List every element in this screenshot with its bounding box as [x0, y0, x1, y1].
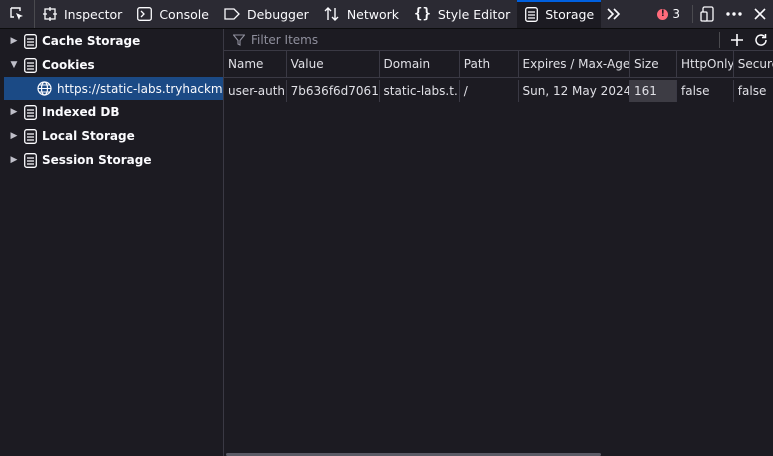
collapse-arrow-icon[interactable]: ▼ — [6, 60, 22, 70]
table-row[interactable]: user-auth 7b636f6d7061… static-labs.t… /… — [224, 80, 773, 102]
column-header-path[interactable]: Path — [460, 51, 519, 77]
tree-item-session-storage[interactable]: ▶ Session Storage — [4, 148, 223, 172]
ellipsis-icon — [726, 12, 742, 16]
error-count: 3 — [672, 7, 680, 21]
cookies-table: Name Value Domain Path Expires / Max-Age… — [224, 51, 773, 102]
debugger-icon — [224, 7, 240, 21]
column-header-expires[interactable]: Expires / Max-Age — [519, 51, 630, 77]
tab-style-editor[interactable]: {} Style Editor — [406, 0, 517, 28]
error-icon: ! — [657, 8, 669, 20]
element-picker-icon — [10, 7, 23, 20]
network-icon — [324, 6, 340, 22]
responsive-design-button[interactable] — [695, 0, 721, 28]
close-icon — [754, 8, 766, 20]
column-header-secure[interactable]: Secure — [734, 51, 773, 77]
console-icon — [137, 7, 153, 21]
tab-label: Console — [159, 6, 209, 22]
tree-item-cache-storage[interactable]: ▶ Cache Storage — [4, 29, 223, 53]
plus-icon — [731, 33, 743, 46]
element-picker-button[interactable] — [0, 0, 35, 28]
tab-network[interactable]: Network — [316, 0, 406, 28]
storage-item-icon — [24, 128, 37, 144]
cookie-secure-cell[interactable]: false — [734, 80, 773, 102]
style-editor-icon: {} — [414, 6, 431, 22]
divider — [719, 31, 720, 48]
expand-arrow-icon[interactable]: ▶ — [6, 36, 22, 46]
tree-item-local-storage[interactable]: ▶ Local Storage — [4, 124, 223, 148]
cookie-size-cell[interactable]: 161 — [629, 80, 677, 102]
storage-panel: Name Value Domain Path Expires / Max-Age… — [224, 29, 773, 456]
options-menu-button[interactable] — [721, 0, 747, 28]
responsive-design-icon — [700, 6, 714, 22]
storage-tree: ▶ Cache Storage ▼ Cookies https://static… — [4, 29, 224, 456]
tab-storage[interactable]: Storage — [517, 0, 602, 28]
add-item-button[interactable] — [725, 29, 749, 50]
storage-icon — [525, 6, 539, 22]
tree-item-cookie-host[interactable]: https://static-labs.tryhackme.cloud — [4, 77, 223, 100]
tree-item-label: Cache Storage — [42, 34, 141, 48]
devtools-toolbar: Inspector Console Debugger Network {} St… — [0, 0, 773, 29]
double-chevron-right-icon — [607, 8, 621, 20]
refresh-icon — [755, 33, 767, 46]
cookie-domain-cell[interactable]: static-labs.t… — [380, 80, 460, 102]
close-devtools-button[interactable] — [747, 0, 773, 28]
column-header-httponly[interactable]: HttpOnly — [677, 51, 734, 77]
cookie-host-label: https://static-labs.tryhackme.cloud — [57, 81, 223, 96]
tree-item-label: Indexed DB — [42, 105, 120, 119]
column-header-name[interactable]: Name — [224, 51, 287, 77]
more-tools-button[interactable] — [601, 0, 627, 28]
tab-debugger[interactable]: Debugger — [216, 0, 316, 28]
cookie-name-cell[interactable]: user-auth — [224, 80, 287, 102]
tab-label: Storage — [545, 6, 595, 22]
tree-item-label: Session Storage — [42, 153, 152, 167]
cookie-httponly-cell[interactable]: false — [677, 80, 734, 102]
filter-icon — [233, 33, 245, 46]
tab-label: Network — [346, 6, 400, 22]
refresh-button[interactable] — [749, 29, 773, 50]
tab-console[interactable]: Console — [129, 0, 216, 28]
globe-icon — [37, 81, 52, 96]
tree-item-label: Local Storage — [42, 129, 135, 143]
divider — [692, 5, 693, 23]
column-header-domain[interactable]: Domain — [380, 51, 460, 77]
expand-arrow-icon[interactable]: ▶ — [6, 131, 22, 141]
cookie-expires-cell[interactable]: Sun, 12 May 2024 0… — [519, 80, 630, 102]
storage-item-icon — [24, 104, 37, 120]
storage-item-icon — [24, 152, 37, 168]
expand-arrow-icon[interactable]: ▶ — [6, 107, 22, 117]
cookie-value-cell[interactable]: 7b636f6d7061… — [287, 80, 380, 102]
storage-item-icon — [24, 33, 37, 49]
tab-inspector[interactable]: Inspector — [35, 0, 129, 28]
column-header-size[interactable]: Size — [630, 51, 677, 77]
expand-arrow-icon[interactable]: ▶ — [6, 155, 22, 165]
tab-label: Style Editor — [437, 6, 511, 22]
storage-item-icon — [24, 57, 37, 73]
column-header-value[interactable]: Value — [287, 51, 380, 77]
table-header: Name Value Domain Path Expires / Max-Age… — [224, 51, 773, 78]
tree-item-label: Cookies — [42, 58, 95, 72]
filter-bar — [224, 29, 773, 51]
tab-label: Inspector — [64, 6, 123, 22]
error-count-badge[interactable]: ! 3 — [657, 7, 680, 21]
filter-items-input[interactable] — [249, 31, 714, 48]
tab-label: Debugger — [246, 6, 309, 22]
inspector-icon — [43, 7, 57, 21]
tree-item-cookies[interactable]: ▼ Cookies — [4, 53, 223, 77]
tree-item-indexed-db[interactable]: ▶ Indexed DB — [4, 100, 223, 124]
cookie-path-cell[interactable]: / — [460, 80, 519, 102]
